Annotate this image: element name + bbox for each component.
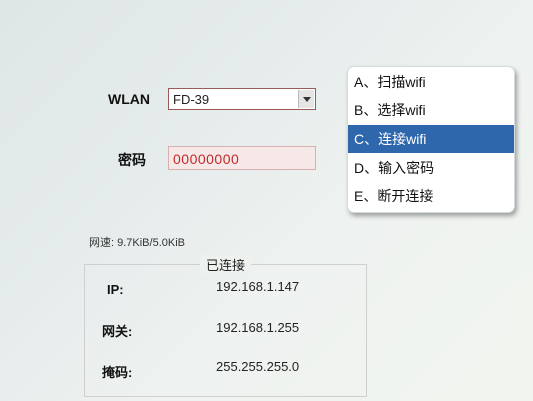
password-label: 密码 [118, 152, 146, 168]
ip-value: 192.168.1.147 [216, 279, 300, 294]
menu-item-enter-password[interactable]: D、输入密码 [348, 154, 514, 182]
menu-item-connect-wifi[interactable]: C、连接wifi [348, 125, 514, 153]
menu-item-disconnect[interactable]: E、断开连接 [348, 182, 514, 210]
wlan-selected-value: FD-39 [173, 92, 210, 107]
password-field[interactable]: 00000000 [168, 146, 316, 170]
password-value: 00000000 [173, 151, 240, 167]
mask-value: 255.255.255.0 [216, 359, 300, 374]
menu-item-scan-wifi[interactable]: A、扫描wifi [348, 68, 514, 96]
chevron-down-icon[interactable] [298, 90, 314, 108]
action-menu: A、扫描wifi B、选择wifi C、连接wifi D、输入密码 E、断开连接 [347, 66, 515, 213]
gateway-label: 网关: [102, 324, 133, 339]
ip-label: IP: [107, 282, 124, 297]
menu-item-select-wifi[interactable]: B、选择wifi [348, 96, 514, 124]
connection-status-title: 已连接 [200, 255, 252, 274]
network-speed: 网速: 9.7KiB/5.0KiB [89, 237, 185, 249]
wlan-select[interactable]: FD-39 [168, 88, 316, 110]
wlan-label: WLAN [108, 91, 150, 107]
mask-label: 掩码: [102, 365, 133, 380]
gateway-value: 192.168.1.255 [216, 320, 300, 335]
